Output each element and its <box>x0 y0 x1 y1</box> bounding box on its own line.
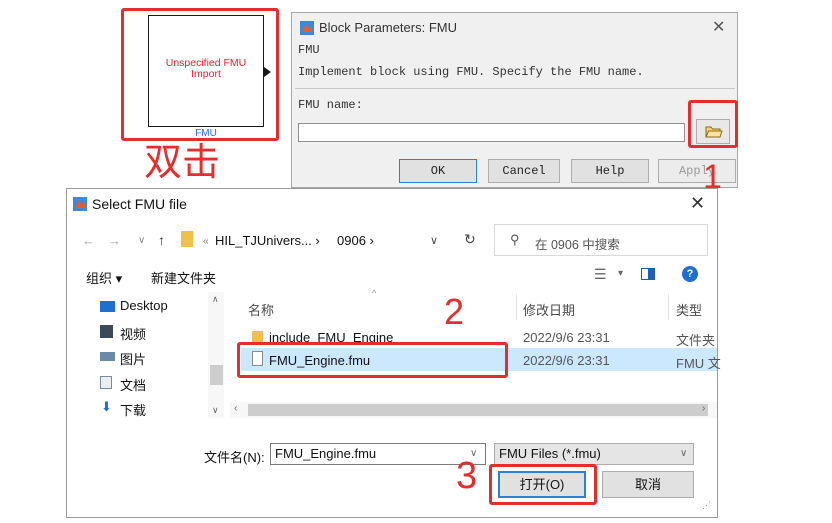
scroll-right-icon[interactable]: › <box>702 403 705 414</box>
open-highlight-box <box>489 464 597 505</box>
new-folder-button[interactable]: 新建文件夹 <box>151 268 216 287</box>
refresh-icon[interactable]: ↻ <box>464 231 476 248</box>
chevron-down-icon[interactable]: ▾ <box>618 268 623 279</box>
select-file-title: Select FMU file <box>92 196 187 212</box>
apply-button[interactable]: Apply <box>658 159 736 183</box>
sort-ascending-icon: ^ <box>372 288 377 298</box>
tree-item-downloads[interactable]: 下载 <box>120 400 146 419</box>
help-icon[interactable]: ? <box>682 266 698 282</box>
cancel-button[interactable]: 取消 <box>602 471 694 498</box>
breadcrumb-item[interactable]: 0906 › <box>337 233 374 248</box>
scroll-down-icon[interactable]: ∨ <box>212 405 219 416</box>
annotation-step-3: 3 <box>456 455 478 497</box>
resize-grip-icon[interactable]: ⋰ <box>702 500 711 511</box>
block-parameters-title: Block Parameters: FMU <box>319 20 457 35</box>
column-header-type[interactable]: 类型 <box>676 300 702 319</box>
simulink-app-icon <box>73 197 87 211</box>
download-icon: ⬇ <box>101 399 112 414</box>
folder-icon <box>181 231 193 247</box>
desktop-icon <box>100 301 115 312</box>
file-name-label: 文件名(N): <box>204 450 265 465</box>
column-divider[interactable] <box>668 294 669 320</box>
horizontal-scrollbar-thumb[interactable] <box>248 404 708 416</box>
close-icon[interactable]: ✕ <box>690 193 705 214</box>
file-type: FMU 文 <box>676 356 721 371</box>
chevron-down-icon[interactable]: ∨ <box>680 448 687 459</box>
file-date: 2022/9/6 23:31 <box>523 353 610 368</box>
column-header-name[interactable]: 名称 <box>248 300 274 319</box>
search-icon: ⚲ <box>510 232 520 247</box>
video-icon <box>100 325 113 338</box>
organize-menu[interactable]: 组织 ▾ <box>86 268 122 287</box>
help-button[interactable]: Help <box>571 159 649 183</box>
tree-item-documents[interactable]: 文档 <box>120 375 146 394</box>
search-input[interactable]: 在 0906 中搜索 <box>535 234 620 253</box>
tree-scrollbar-thumb[interactable] <box>210 365 223 385</box>
chevron-down-icon[interactable]: ∨ <box>430 234 438 247</box>
forward-arrow-icon[interactable]: → <box>108 233 121 248</box>
annotation-step-2: 2 <box>444 291 465 332</box>
breadcrumb-item-label: HIL_TJUnivers... <box>215 233 312 248</box>
pictures-icon <box>100 352 115 361</box>
file-type-value: FMU Files (*.fmu) <box>499 446 601 461</box>
file-highlight-box <box>237 342 508 378</box>
separator <box>295 88 735 89</box>
tree-item-pictures[interactable]: 图片 <box>120 349 146 368</box>
breadcrumb-separator-icon: « <box>203 236 209 247</box>
chevron-down-icon[interactable]: ∨ <box>138 235 145 246</box>
fmu-group-label: FMU <box>298 43 320 57</box>
scroll-left-icon[interactable]: ‹ <box>234 403 237 414</box>
tree-item-desktop[interactable]: Desktop <box>120 298 168 313</box>
back-arrow-icon[interactable]: ← <box>82 233 95 248</box>
scroll-up-icon[interactable]: ∧ <box>212 294 219 305</box>
cancel-button[interactable]: Cancel <box>488 159 560 183</box>
block-description: Implement block using FMU. Specify the F… <box>298 65 644 79</box>
ok-button[interactable]: OK <box>399 159 477 183</box>
column-divider[interactable] <box>516 294 517 320</box>
block-highlight-box <box>121 8 279 141</box>
breadcrumb-item-label: 0906 <box>337 233 366 248</box>
documents-icon <box>100 376 112 389</box>
up-arrow-icon[interactable]: ↑ <box>158 232 165 248</box>
file-type: 文件夹 <box>676 333 716 348</box>
tree-scrollbar[interactable] <box>208 292 224 418</box>
tree-item-videos[interactable]: 视频 <box>120 324 146 343</box>
annotation-double-click: 双击 <box>144 140 221 184</box>
view-options-icon[interactable]: ☰ <box>594 266 607 283</box>
simulink-app-icon <box>300 21 314 35</box>
close-icon[interactable]: ✕ <box>712 17 725 37</box>
column-header-date[interactable]: 修改日期 <box>523 300 575 319</box>
breadcrumb-item[interactable]: HIL_TJUnivers... › <box>215 233 320 248</box>
browse-highlight-box <box>688 100 738 148</box>
file-name-value: FMU_Engine.fmu <box>275 446 377 461</box>
preview-pane-icon-fill <box>648 269 654 279</box>
file-date: 2022/9/6 23:31 <box>523 330 610 345</box>
fmu-name-input[interactable] <box>298 123 685 142</box>
fmu-name-label: FMU name: <box>298 98 363 112</box>
